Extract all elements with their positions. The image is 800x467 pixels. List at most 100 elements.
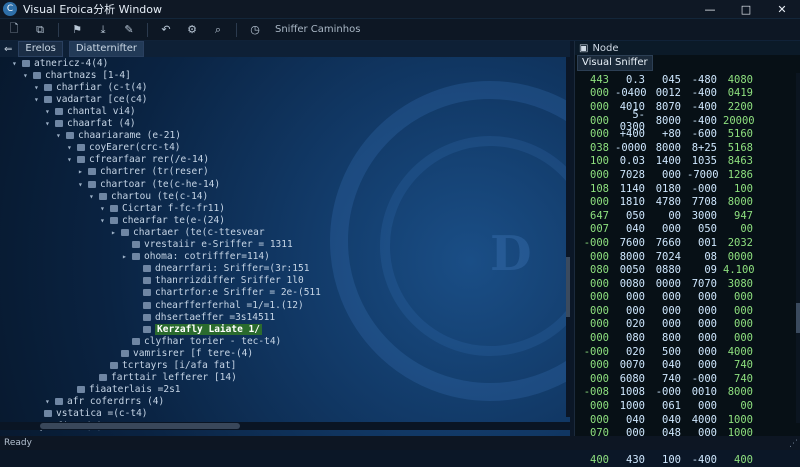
grid-cell[interactable]: 08	[687, 251, 723, 263]
grid-cell[interactable]: -0400	[615, 87, 651, 99]
grid-cell[interactable]: 0050	[615, 264, 651, 276]
grid-cell[interactable]: 400	[579, 454, 615, 466]
grid-cell[interactable]: +80	[651, 128, 687, 140]
grid-cell[interactable]: 6080	[615, 373, 651, 385]
collapse-arrow-icon[interactable]: ▾	[67, 143, 77, 152]
grid-cell[interactable]: 800	[651, 332, 687, 344]
expand-arrow-icon[interactable]: ▸	[111, 228, 121, 237]
tree-node[interactable]: vstatica =(c-t4)	[34, 408, 148, 420]
tree-node[interactable]: dnearrfari: Sriffer=(3r:151	[133, 263, 309, 275]
grid-cell[interactable]: 000	[723, 332, 759, 344]
scroll-thumb[interactable]	[796, 303, 800, 333]
tree-node[interactable]: ▾ chaariarame (e-21)	[56, 130, 181, 142]
grid-cell[interactable]: 000	[687, 400, 723, 412]
grid-cell[interactable]: 040	[615, 223, 651, 235]
close-button[interactable]: ✕	[764, 0, 800, 18]
grid-cell[interactable]: 1140	[615, 183, 651, 195]
tree-node[interactable]: ▾ charfiar (c-t(4)	[34, 81, 148, 93]
tab-visual-sniffer[interactable]: Visual Sniffer	[577, 55, 653, 71]
grid-cell[interactable]: 647	[579, 210, 615, 222]
tree-node[interactable]: ▾ chantal vi4)	[45, 105, 136, 117]
tab-diatternifter[interactable]: Diatternifter	[68, 41, 145, 57]
grid-cell[interactable]: 1400	[651, 155, 687, 167]
collapse-arrow-icon[interactable]: ▾	[45, 107, 55, 116]
grid-cell[interactable]: 400	[723, 454, 759, 466]
grid-cell[interactable]: 000	[687, 346, 723, 358]
grid-cell[interactable]: 100	[579, 155, 615, 167]
grid-cell[interactable]: 000	[723, 305, 759, 317]
grid-cell[interactable]: 000	[579, 318, 615, 330]
grid-cell[interactable]: 7028	[615, 169, 651, 181]
grid-cell[interactable]: 4080	[723, 74, 759, 86]
collapse-arrow-icon[interactable]: ▾	[45, 397, 55, 406]
grid-cell[interactable]: 0010	[687, 386, 723, 398]
search-icon[interactable]: ⌕	[210, 22, 226, 38]
tree-node[interactable]: clyfhar torier - tec-t4)	[122, 335, 281, 347]
grid-cell[interactable]: 1000	[615, 400, 651, 412]
grid-cell[interactable]: 430	[615, 454, 651, 466]
grid-cell[interactable]: -008	[579, 386, 615, 398]
sniffer-vertical-scrollbar[interactable]	[796, 73, 800, 423]
grid-cell[interactable]: 000	[723, 318, 759, 330]
grid-cell[interactable]: 050	[687, 223, 723, 235]
tree-node[interactable]: ▾ chartoar (te(c-he-14)	[78, 178, 220, 190]
grid-cell[interactable]: 100	[723, 183, 759, 195]
scroll-thumb[interactable]	[40, 423, 240, 429]
grid-cell[interactable]: -000	[651, 386, 687, 398]
collapse-arrow-icon[interactable]: ▾	[100, 204, 110, 213]
grid-cell[interactable]: 040	[651, 414, 687, 426]
grid-cell[interactable]: 000	[579, 305, 615, 317]
grid-cell[interactable]: 000	[579, 251, 615, 263]
copy-icon[interactable]: ⧉	[32, 22, 48, 38]
collapse-arrow-icon[interactable]: ▾	[34, 83, 44, 92]
tree-horizontal-scrollbar[interactable]	[0, 422, 570, 430]
collapse-arrow-icon[interactable]: ▾	[12, 59, 22, 68]
grid-cell[interactable]: 8000	[723, 386, 759, 398]
tree-node[interactable]: fiaaterlais =2s1	[67, 384, 181, 396]
grid-cell[interactable]: 2200	[723, 101, 759, 113]
grid-cell[interactable]: 4.100	[723, 264, 759, 276]
grid-cell[interactable]: 000	[687, 305, 723, 317]
grid-cell[interactable]: 00	[651, 210, 687, 222]
grid-cell[interactable]: 00	[723, 400, 759, 412]
grid-cell[interactable]: 0.03	[615, 155, 651, 167]
tree-node[interactable]: ▾ afr coferdrrs (4)	[45, 396, 164, 408]
grid-cell[interactable]: 5168	[723, 142, 759, 154]
tree-node[interactable]: ▸ chartaer (te(c-ttesvear	[111, 226, 265, 238]
grid-cell[interactable]: 1008	[615, 386, 651, 398]
grid-cell[interactable]: 0012	[651, 87, 687, 99]
grid-cell[interactable]: 8070	[651, 101, 687, 113]
grid-cell[interactable]: 000	[651, 291, 687, 303]
grid-cell[interactable]: -0000	[615, 142, 651, 154]
grid-cell[interactable]: 045	[651, 74, 687, 86]
grid-cell[interactable]: 038	[579, 142, 615, 154]
grid-cell[interactable]: 000	[579, 196, 615, 208]
grid-cell[interactable]: -600	[687, 128, 723, 140]
resize-grip-icon[interactable]: ⋰	[789, 439, 798, 449]
grid-cell[interactable]: 000	[651, 318, 687, 330]
grid-cell[interactable]: 080	[579, 264, 615, 276]
grid-cell[interactable]: 000	[723, 291, 759, 303]
tree-node[interactable]: ▸ ohoma: cotrifffer=114)	[122, 251, 270, 263]
grid-cell[interactable]: 000	[579, 169, 615, 181]
grid-cell[interactable]: 000	[615, 291, 651, 303]
grid-cell[interactable]: 443	[579, 74, 615, 86]
tree-node[interactable]: ▾ cfrearfaar rer(/e-14)	[67, 154, 209, 166]
collapse-arrow-icon[interactable]: ▾	[56, 131, 66, 140]
grid-cell[interactable]: 108	[579, 183, 615, 195]
grid-cell[interactable]: 1035	[687, 155, 723, 167]
tree-node[interactable]: ▾ coyEarer(crc-t4)	[67, 142, 181, 154]
settings-icon[interactable]: ⚙	[184, 22, 200, 38]
tool-icon[interactable]: ✎	[121, 22, 137, 38]
grid-cell[interactable]: -400	[687, 454, 723, 466]
grid-cell[interactable]: 000	[651, 169, 687, 181]
grid-cell[interactable]: 00	[723, 223, 759, 235]
grid-cell[interactable]: 080	[615, 332, 651, 344]
grid-cell[interactable]: 8+25	[687, 142, 723, 154]
grid-cell[interactable]: -000	[687, 373, 723, 385]
grid-cell[interactable]: 2032	[723, 237, 759, 249]
undo-icon[interactable]: ↶	[158, 22, 174, 38]
grid-cell[interactable]: 0080	[615, 278, 651, 290]
maximize-button[interactable]: □	[728, 0, 764, 18]
collapse-arrow-icon[interactable]: ▾	[67, 155, 77, 164]
